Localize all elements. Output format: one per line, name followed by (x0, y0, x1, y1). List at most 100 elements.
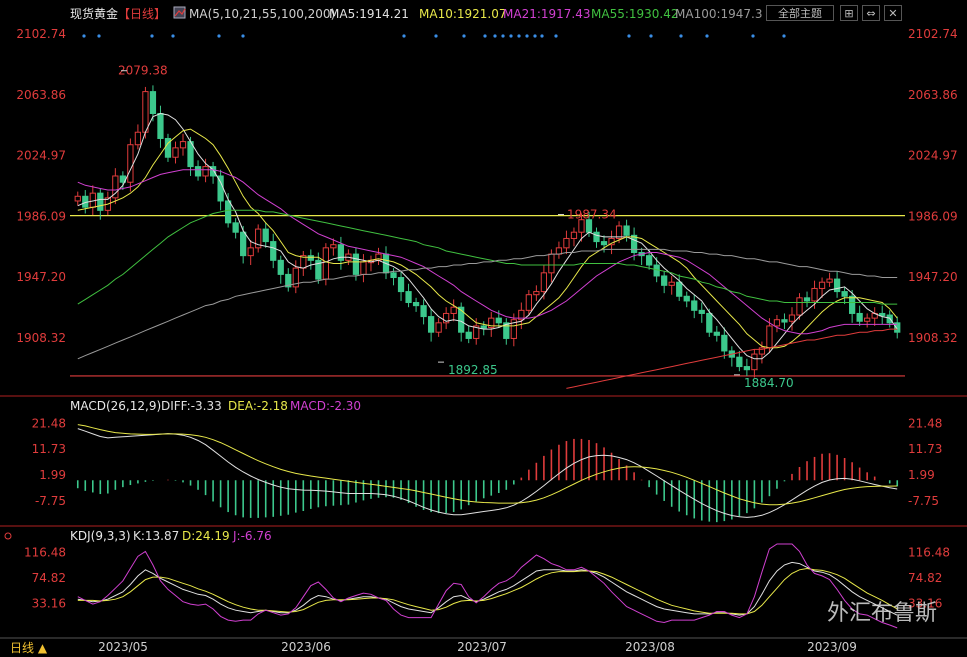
kdj-legend-2: J:-6.76 (232, 529, 272, 543)
candle-body (247, 247, 254, 257)
ma-value-4: MA100:1947.3 (675, 7, 763, 21)
candle-body (420, 305, 427, 318)
macd-legend-0: DIFF:-3.33 (161, 399, 222, 413)
ma-params-label: MA(5,10,21,55,100,200) (189, 7, 335, 21)
candle-body (691, 300, 698, 311)
candle-body (773, 319, 781, 327)
event-dot (533, 34, 537, 38)
candle-body (555, 247, 563, 255)
price-ytick-right-1: 2063.86 (908, 88, 958, 102)
x-axis: 2023/05 2023/06 2023/07 2023/08 2023/09 (98, 640, 857, 654)
candle-body (826, 278, 833, 283)
event-dot (782, 34, 786, 38)
price-ytick-left-2: 2024.97 (16, 149, 66, 163)
chart-canvas: 现货黄金 【日线】 MA(5,10,21,55,100,200) MA5:191… (0, 6, 967, 654)
event-dot (649, 34, 653, 38)
period-selector[interactable]: 日线 ▲ (0, 639, 70, 657)
candle-body (623, 225, 630, 236)
price-ytick-right-4: 1947.20 (908, 270, 958, 284)
price-annotation-2: 1892.85 (448, 363, 498, 377)
macd-ytick-right-3: -7.75 (908, 494, 939, 508)
candle-body (232, 222, 239, 233)
event-dot (241, 34, 245, 38)
event-dot (509, 34, 513, 38)
macd-panel[interactable]: MACD(26,12,9) DIFF:-3.33 DEA:-2.18 MACD:-2… (32, 399, 943, 523)
event-dot (751, 34, 755, 38)
price-ytick-right-5: 1908.32 (908, 331, 958, 345)
kdj-panel[interactable]: KDJ(9,3,3) K:13.87 D:24.19 J:-6.76 116.48 1… (4, 529, 950, 629)
candle-body (224, 200, 232, 224)
ma-line-ma21 (77, 169, 898, 335)
kdj-line-k (77, 561, 898, 616)
price-ytick-right-3: 1986.09 (908, 209, 958, 223)
candle-body (142, 91, 149, 133)
candle-body (751, 353, 758, 371)
settings-icon[interactable]: ⊞ (840, 5, 858, 21)
candle-body (563, 237, 570, 249)
event-dot (483, 34, 487, 38)
macd-ytick-left-1: 11.73 (32, 442, 66, 456)
candle-body (157, 112, 164, 139)
kdj-legend: K:13.87 D:24.19 J:-6.76 (133, 529, 272, 543)
candle-body (307, 255, 314, 261)
candle-body (533, 291, 540, 296)
macd-ytick-left-0: 21.48 (32, 416, 66, 430)
event-dot (540, 34, 544, 38)
symbol-title: 现货黄金 (70, 6, 118, 21)
candle-body (743, 366, 751, 371)
kdj-ytick-right-1: 74.82 (908, 571, 942, 585)
candle-body (540, 272, 548, 293)
macd-line-dea (77, 424, 898, 506)
period-title: 【日线】 (118, 7, 166, 21)
candle-body (788, 314, 796, 322)
candle-body (818, 281, 826, 289)
event-dot (150, 34, 154, 38)
candle-body (277, 259, 284, 275)
macd-ytick-right-1: 11.73 (908, 442, 942, 456)
candle-body (661, 275, 668, 286)
candle-body (450, 306, 457, 314)
theme-button[interactable]: 全部主题 (766, 5, 834, 21)
event-dot (627, 34, 631, 38)
ma-line-ma10 (77, 128, 898, 349)
candle-body (270, 241, 277, 261)
macd-legend-1: DEA:-2.18 (228, 399, 288, 413)
close-icon[interactable]: ✕ (884, 5, 902, 21)
candle-body (74, 195, 81, 202)
price-ytick-right-2: 2024.97 (908, 149, 958, 163)
candle-body (548, 253, 555, 274)
price-annotation-1: 1987.34 (567, 207, 617, 221)
event-dot (97, 34, 101, 38)
candle-body (796, 297, 803, 316)
price-panel[interactable]: 2102.74 2102.74 2063.86 2063.86 2024.97 2024.… (16, 27, 957, 390)
candle-body (330, 244, 337, 249)
candle-body (841, 291, 848, 297)
ma-values: MA5:1914.21 MA10:1921.07MA21:1917.43 MA55:… (329, 7, 763, 21)
kdj-title: KDJ(9,3,3) (70, 529, 131, 543)
price-ytick-left-4: 1947.20 (16, 270, 66, 284)
candle-body (134, 131, 142, 146)
candle-body (864, 317, 871, 322)
ma-line-ma100 (77, 248, 898, 360)
candle-body (803, 297, 811, 302)
macd-legend: DIFF:-3.33 DEA:-2.18 MACD:-2.30 (161, 399, 361, 413)
event-dot (82, 34, 86, 38)
event-dot (705, 34, 709, 38)
candle-body (127, 144, 134, 183)
price-annotation-3: 1884.70 (744, 376, 794, 390)
indicator-settings-icon[interactable] (173, 6, 186, 19)
candle-body (578, 219, 585, 233)
candle-body (698, 309, 705, 314)
candle-body (570, 231, 578, 239)
candle-body (465, 331, 472, 339)
macd-title: MACD(26,12,9) (70, 399, 161, 413)
pin-icon[interactable]: ⇔ (862, 5, 880, 21)
price-ytick-left-1: 2063.86 (16, 88, 66, 102)
candle-body (630, 234, 638, 254)
candle-body (811, 287, 818, 302)
candle-body (427, 316, 435, 333)
ma-line-ma55 (77, 209, 898, 305)
candle-body (262, 228, 269, 243)
x-tick-0: 2023/05 (98, 640, 148, 654)
candle-body (202, 166, 209, 177)
